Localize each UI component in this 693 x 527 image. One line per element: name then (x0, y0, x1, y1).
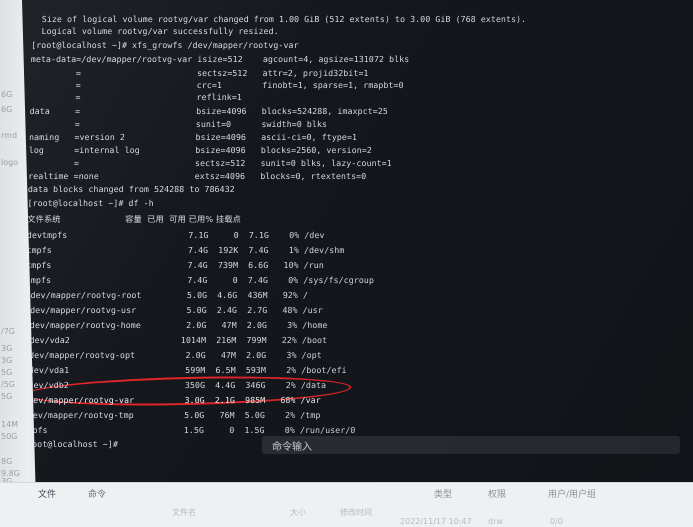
terminal-line: /dev/mapper/rootvg-root 5.0G 4.6G 436M 9… (25, 290, 309, 300)
background-size-label: 50G (1, 432, 18, 441)
file-manager-panel: 文件 命令 类型 权限 用户/用户组 文件名 大小 修改时间 2022/11/1… (0, 482, 693, 527)
background-size-label: 5G (1, 392, 13, 401)
terminal-line: = sectsz=512 attr=2, projid32bit=1 (30, 68, 369, 78)
terminal-line: /dev/mapper/rootvg-opt 2.0G 47M 2.0G 3% … (24, 350, 322, 360)
terminal-line: data blocks changed from 524288 to 78643… (27, 184, 235, 194)
owner-value: 0/0 (550, 517, 563, 526)
background-size-label: /5G (1, 380, 15, 389)
terminal-line: naming =version 2 bsize=4096 ascii-ci=0,… (28, 132, 358, 142)
terminal-line: = sunit=0 swidth=0 blks (29, 119, 328, 129)
command-input-bar[interactable]: 命令输入 (262, 436, 680, 454)
command-input-label: 命令输入 (272, 442, 312, 453)
terminal-line: Size of logical volume rootvg/var change… (31, 14, 527, 24)
terminal-line: Logical volume rootvg/var successfully r… (31, 26, 279, 36)
terminal-line: meta-data=/dev/mapper/rootvg-var isize=5… (30, 54, 410, 64)
background-size-label: 5G (1, 368, 13, 377)
terminal-line: devtmpfs 7.1G 0 7.1G 0% /dev (26, 230, 325, 240)
terminal-line: /dev/vda1 599M 6.5M 593M 2% /boot/efi (23, 365, 347, 375)
terminal-line-var-usage: /dev/mapper/rootvg-var 3.0G 2.1G 985M 68… (22, 395, 321, 405)
background-size-label: 8G (1, 457, 13, 466)
terminal-line: tmpfs 1.5G 0 1.5G 0% /run/user/0 (22, 425, 356, 435)
terminal-line: = crc=1 finobt=1, sparse=1, rmapbt=0 (30, 80, 404, 90)
terminal-line: [root@localhost ~]# (21, 439, 119, 449)
terminal-line: data = bsize=4096 blocks=524288, imaxpct… (29, 106, 388, 116)
column-permissions[interactable]: 权限 (488, 487, 506, 500)
terminal-line: /dev/vda2 1014M 216M 799M 22% /boot (24, 335, 328, 345)
terminal-line: /dev/mapper/rootvg-tmp 5.0G 76M 5.0G 2% … (22, 410, 321, 420)
background-size-label: 3G (1, 356, 13, 365)
background-size-label: 3G (1, 344, 13, 353)
tab-files[interactable]: 文件 (38, 487, 56, 500)
column-filename: 文件名 (172, 508, 196, 517)
terminal-line: [root@localhost ~]# xfs_growfs /dev/mapp… (31, 40, 299, 50)
terminal-line: tmpfs 7.4G 739M 6.6G 10% /run (26, 260, 324, 270)
terminal-window[interactable]: Size of logical volume rootvg/var change… (22, 8, 682, 449)
background-size-label: /7G (1, 327, 15, 336)
terminal-line: = reflink=1 (29, 92, 243, 102)
terminal-line: tmpfs 7.4G 192K 7.4G 1% /dev/shm (26, 245, 345, 255)
terminal-line: log =internal log bsize=4096 blocks=2560… (28, 145, 372, 155)
terminal-line: /dev/mapper/rootvg-home 2.0G 47M 2.0G 3%… (24, 320, 328, 330)
terminal-line: realtime =none extsz=4096 blocks=0, rtex… (28, 171, 367, 181)
monitor-screen: Size of logical volume rootvg/var change… (22, 0, 693, 482)
background-size-label: 6G (1, 90, 13, 99)
column-size: 大小 (290, 508, 306, 517)
background-size-label: logo (1, 158, 19, 167)
column-type[interactable]: 类型 (434, 487, 452, 500)
tab-commands[interactable]: 命令 (88, 487, 106, 500)
permission-value: drw (488, 517, 503, 526)
terminal-line: = sectsz=512 sunit=0 blks, lazy-count=1 (28, 158, 392, 168)
terminal-line: [root@localhost ~]# df -h (27, 198, 154, 208)
background-size-label: rmd (1, 131, 18, 140)
terminal-line: /dev/vdb2 350G 4.4G 346G 2% /data (23, 380, 327, 390)
terminal-line: tmpfs 7.4G 0 7.4G 0% /sys/fs/cgroup (25, 275, 375, 285)
terminal-line: 文件系统 容量 已用 可用 已用% 挂载点 (27, 214, 242, 224)
column-modified: 修改时间 (340, 508, 372, 517)
modified-time-value: 2022/11/17 10:47 (400, 517, 472, 526)
terminal-line: /dev/mapper/rootvg-usr 5.0G 2.4G 2.7G 48… (25, 305, 323, 315)
column-user-group[interactable]: 用户/用户组 (548, 487, 596, 500)
background-size-label: 6G (1, 105, 13, 114)
background-size-label: 14M (1, 420, 19, 429)
